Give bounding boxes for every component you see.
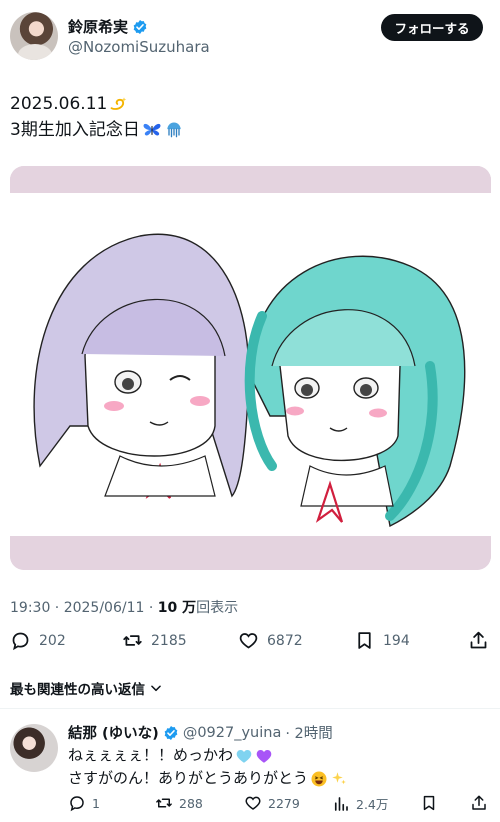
post-header: 鈴原希実 @NozomiSuzuhara フォローする [0,0,500,70]
bookmark-icon [358,632,371,649]
reply-author-handle[interactable]: @0927_yuina [183,725,282,741]
author-avatar[interactable] [10,12,58,60]
reply-reply-button[interactable]: 1 [68,794,100,812]
dizzy-emoji-icon [110,97,127,110]
bookmark-icon [423,795,435,811]
reply-time: · 2時間 [285,726,333,742]
reply-like-count: 2279 [268,795,300,811]
share-icon [472,795,486,810]
author-display-name[interactable]: 鈴原希実 [68,16,128,37]
reply-count: 202 [39,632,66,649]
post-actions: 202 2185 6872 194 [0,630,500,656]
repost-icon [123,635,142,646]
reply-like-button[interactable]: 2279 [244,794,300,812]
laughing-emoji-icon [311,771,327,786]
post-text-line-1: 2025.06.11 [10,94,108,114]
sparkles-emoji-icon [332,771,346,784]
reply-sort-dropdown[interactable]: 最も関連性の高い返信 [10,678,163,698]
chevron-down-icon [151,685,161,692]
bookmark-count: 194 [383,632,410,649]
share-button[interactable] [468,630,489,651]
repost-icon [156,798,172,808]
reply-text-line-2: さすがのん！ありがとうありがとう [68,769,309,787]
reply-sort-label: 最も関連性の高い返信 [10,682,145,698]
reply-header: 結那 (ゆいな) @0927_yuina · 2時間 [68,722,333,743]
follow-button[interactable]: フォローする [381,14,483,41]
reply-text-line-1: ねぇぇぇぇ！！めっかわ [68,746,234,764]
repost-button[interactable]: 2185 [122,630,187,651]
reply-author-name[interactable]: 結那 (ゆいな) [68,722,159,743]
author-handle[interactable]: @NozomiSuzuhara [68,38,210,56]
author-name-row[interactable]: 鈴原希実 [68,16,148,37]
reply-reply-count: 1 [92,795,100,811]
reply-text: ねぇぇぇぇ！！めっかわ さすがのん！ありがとうありがとう [68,744,348,790]
reply-icon [70,796,84,812]
divider [0,708,500,709]
post-meta: 19:30 · 2025/06/11 · 10 万回表示 [10,597,238,617]
reply-button[interactable]: 202 [10,630,66,651]
like-icon [245,796,261,810]
reply-item[interactable]: 結那 (ゆいな) @0927_yuina · 2時間 ねぇぇぇぇ！！めっかわ さ… [0,712,500,822]
reply-repost-count: 288 [179,795,203,811]
like-icon [239,633,258,649]
like-button[interactable]: 6872 [238,630,303,651]
reply-views-count: 2.4万 [356,797,389,812]
post-text: 2025.06.11 3期生加入記念日 [10,91,184,143]
repost-count: 2185 [151,632,187,649]
butterfly-emoji-icon [143,123,161,136]
reply-bookmark-button[interactable] [420,794,438,812]
post-timestamp[interactable]: 19:30 · 2025/06/11 · [10,600,158,616]
reply-views-button[interactable]: 2.4万 [332,794,388,813]
reply-repost-button[interactable]: 288 [155,794,203,812]
reply-actions: 1 288 2279 2.4万 [0,794,500,816]
reply-icon [12,632,29,651]
illustration-image [10,166,491,570]
post-image[interactable] [10,166,491,570]
share-icon [470,631,487,649]
post-text-line-2: 3期生加入記念日 [10,120,140,140]
views-icon [334,796,348,811]
jellyfish-emoji-icon [167,122,181,138]
verified-badge-icon [164,725,178,740]
reply-share-button[interactable] [470,794,488,812]
verified-badge-icon [133,19,147,34]
reply-author-avatar[interactable] [10,724,58,772]
purple-heart-emoji-icon [256,749,272,763]
views-count: 10 万 [157,600,197,616]
like-count: 6872 [267,632,303,649]
bookmark-button[interactable]: 194 [354,630,410,651]
light-blue-heart-emoji-icon [236,749,252,763]
views-label: 回表示 [196,600,239,616]
